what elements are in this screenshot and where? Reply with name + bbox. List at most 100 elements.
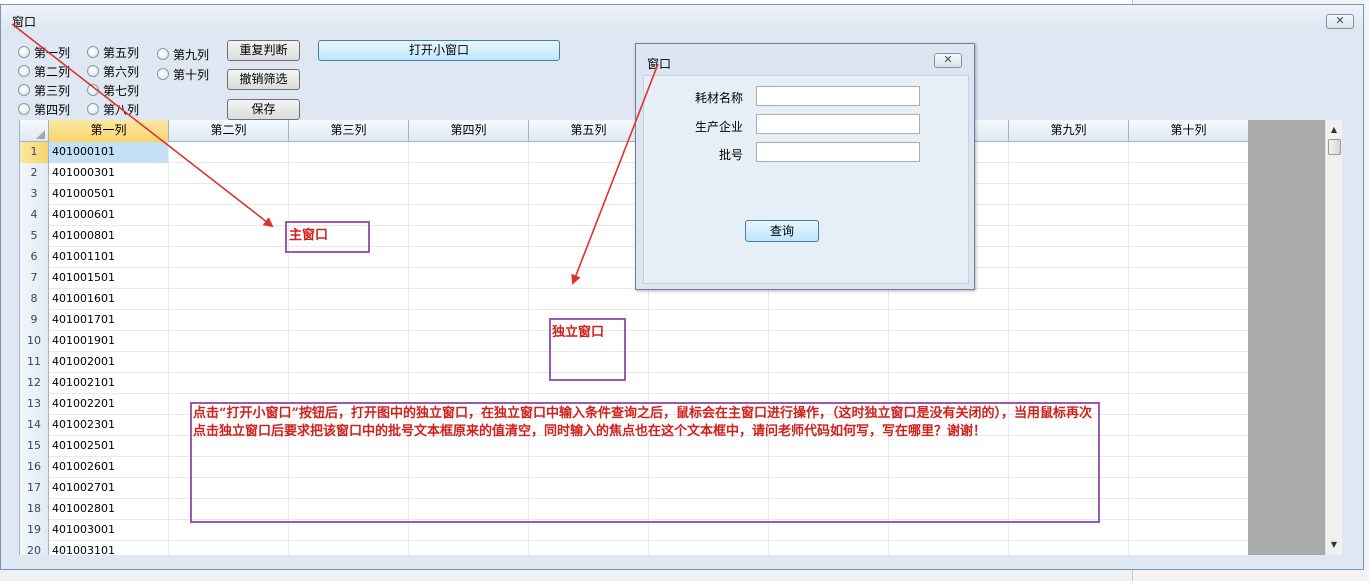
table-cell[interactable]: [1129, 352, 1248, 373]
table-cell[interactable]: 401000801: [49, 226, 169, 247]
table-cell[interactable]: 401000301: [49, 163, 169, 184]
table-cell[interactable]: [1129, 310, 1248, 331]
table-cell[interactable]: [409, 184, 529, 205]
row-number[interactable]: 17: [20, 478, 49, 499]
table-cell[interactable]: [889, 352, 1009, 373]
row-number[interactable]: 14: [20, 415, 49, 436]
table-row[interactable]: 11 401002001: [20, 352, 1248, 373]
table-cell[interactable]: [409, 310, 529, 331]
radio-col-6[interactable]: 第六列: [87, 63, 139, 79]
table-cell[interactable]: [169, 205, 289, 226]
radio-col-8[interactable]: 第八列: [87, 101, 139, 117]
table-cell[interactable]: 401003001: [49, 520, 169, 541]
table-cell[interactable]: [169, 247, 289, 268]
table-row[interactable]: 6 401001101: [20, 247, 1248, 268]
table-cell[interactable]: [889, 331, 1009, 352]
row-number[interactable]: 12: [20, 373, 49, 394]
table-cell[interactable]: [169, 373, 289, 394]
table-cell[interactable]: [529, 163, 649, 184]
row-number[interactable]: 19: [20, 520, 49, 541]
table-cell[interactable]: [1009, 247, 1129, 268]
table-row[interactable]: 20 401003101: [20, 541, 1248, 555]
table-cell[interactable]: 401001701: [49, 310, 169, 331]
table-cell[interactable]: [529, 226, 649, 247]
radio-col-3[interactable]: 第三列: [18, 82, 70, 98]
table-cell[interactable]: [1009, 520, 1129, 541]
table-cell[interactable]: [169, 352, 289, 373]
row-number[interactable]: 9: [20, 310, 49, 331]
radio-col-10[interactable]: 第十列: [157, 66, 209, 82]
row-number[interactable]: 1: [20, 142, 49, 163]
row-number[interactable]: 2: [20, 163, 49, 184]
table-cell[interactable]: [289, 142, 409, 163]
table-cell[interactable]: 401001601: [49, 289, 169, 310]
table-cell[interactable]: [889, 541, 1009, 555]
table-cell[interactable]: [1129, 520, 1248, 541]
table-cell[interactable]: [169, 142, 289, 163]
radio-col-5[interactable]: 第五列: [87, 44, 139, 60]
table-cell[interactable]: [169, 331, 289, 352]
table-cell[interactable]: [889, 289, 1009, 310]
table-cell[interactable]: [1129, 331, 1248, 352]
repeat-check-button[interactable]: 重复判断: [227, 40, 300, 61]
table-cell[interactable]: [649, 289, 769, 310]
table-row[interactable]: 19 401003001: [20, 520, 1248, 541]
table-cell[interactable]: [769, 373, 889, 394]
row-number[interactable]: 15: [20, 436, 49, 457]
table-cell[interactable]: [529, 541, 649, 555]
table-cell[interactable]: [1009, 289, 1129, 310]
table-cell[interactable]: [409, 541, 529, 555]
table-cell[interactable]: 401003101: [49, 541, 169, 555]
scroll-up-icon[interactable]: ▲: [1326, 122, 1342, 138]
table-cell[interactable]: [409, 289, 529, 310]
table-cell[interactable]: [769, 520, 889, 541]
table-cell[interactable]: [289, 541, 409, 555]
table-cell[interactable]: [649, 310, 769, 331]
table-cell[interactable]: 401002701: [49, 478, 169, 499]
table-cell[interactable]: [1129, 394, 1248, 415]
table-cell[interactable]: [1129, 499, 1248, 520]
table-cell[interactable]: [169, 184, 289, 205]
table-cell[interactable]: [529, 268, 649, 289]
table-cell[interactable]: [1129, 541, 1248, 555]
material-name-input[interactable]: [756, 86, 920, 106]
table-cell[interactable]: [529, 205, 649, 226]
table-cell[interactable]: [649, 520, 769, 541]
table-cell[interactable]: [289, 268, 409, 289]
table-cell[interactable]: [409, 163, 529, 184]
table-cell[interactable]: 401000101: [49, 142, 169, 163]
table-cell[interactable]: [409, 142, 529, 163]
table-cell[interactable]: [409, 205, 529, 226]
table-cell[interactable]: [409, 373, 529, 394]
table-cell[interactable]: 401000601: [49, 205, 169, 226]
row-number[interactable]: 6: [20, 247, 49, 268]
table-cell[interactable]: [169, 268, 289, 289]
table-cell[interactable]: [289, 352, 409, 373]
table-cell[interactable]: [409, 268, 529, 289]
table-cell[interactable]: [169, 541, 289, 555]
table-cell[interactable]: 401002101: [49, 373, 169, 394]
table-cell[interactable]: [289, 163, 409, 184]
row-number[interactable]: 20: [20, 541, 49, 555]
table-cell[interactable]: [1129, 142, 1248, 163]
main-close-button[interactable]: ✕: [1326, 14, 1354, 29]
table-cell[interactable]: [169, 289, 289, 310]
table-cell[interactable]: [1129, 247, 1248, 268]
table-row[interactable]: 2 401000301: [20, 163, 1248, 184]
table-cell[interactable]: [409, 520, 529, 541]
scroll-thumb[interactable]: [1328, 139, 1341, 155]
table-row[interactable]: 9 401001701: [20, 310, 1248, 331]
table-row[interactable]: 4 401000601: [20, 205, 1248, 226]
table-cell[interactable]: [1009, 163, 1129, 184]
column-header[interactable]: 第四列: [409, 120, 529, 142]
batch-number-input[interactable]: [756, 142, 920, 162]
table-cell[interactable]: [529, 247, 649, 268]
query-button[interactable]: 查询: [745, 220, 819, 242]
table-cell[interactable]: [1009, 331, 1129, 352]
table-row[interactable]: 1 401000101: [20, 142, 1248, 163]
table-cell[interactable]: [289, 310, 409, 331]
save-button[interactable]: 保存: [227, 99, 300, 120]
table-row[interactable]: 10 401001901: [20, 331, 1248, 352]
table-cell[interactable]: [1129, 268, 1248, 289]
grid-vertical-scrollbar[interactable]: ▲ ▼: [1325, 120, 1342, 555]
